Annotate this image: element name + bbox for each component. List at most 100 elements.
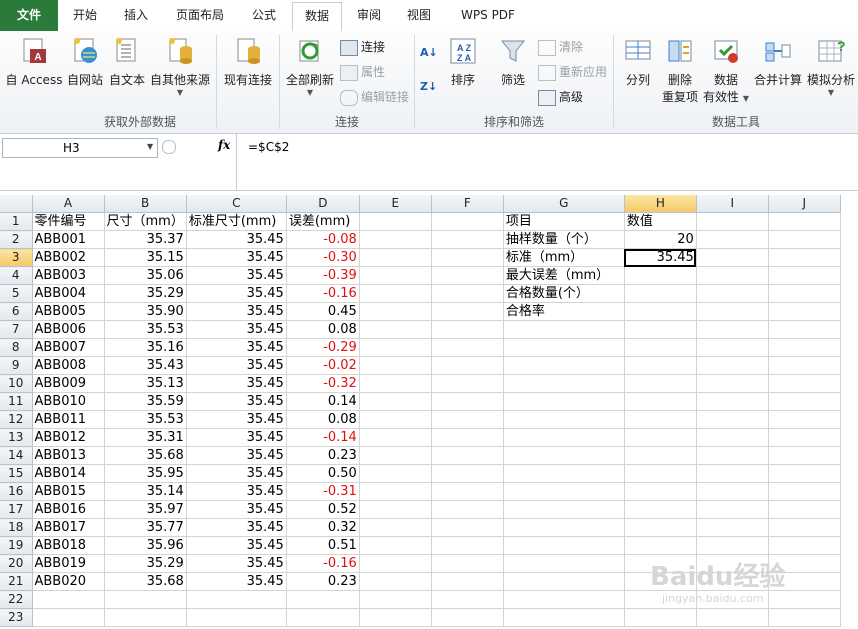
cell-i19[interactable]: [696, 536, 769, 555]
cell-b13[interactable]: 35.31: [104, 428, 187, 447]
cell-c14[interactable]: 35.45: [186, 446, 287, 465]
cell-g7[interactable]: [503, 320, 625, 339]
cell-a23[interactable]: [32, 608, 105, 627]
text-to-columns-button[interactable]: 分列: [618, 33, 658, 88]
cell-f1[interactable]: [431, 212, 504, 231]
column-header-b[interactable]: B: [104, 195, 187, 213]
cell-b8[interactable]: 35.16: [104, 338, 187, 357]
cell-j19[interactable]: [768, 536, 841, 555]
row-header[interactable]: 22: [0, 590, 33, 609]
cell-d12[interactable]: 0.08: [286, 410, 360, 429]
cell-b2[interactable]: 35.37: [104, 230, 187, 249]
cell-c3[interactable]: 35.45: [186, 248, 287, 267]
cell-i8[interactable]: [696, 338, 769, 357]
row-header[interactable]: 3: [0, 248, 33, 267]
cell-j18[interactable]: [768, 518, 841, 537]
cell-h5[interactable]: [624, 284, 697, 303]
cell-a9[interactable]: ABB008: [32, 356, 105, 375]
cell-g6[interactable]: 合格率: [503, 302, 625, 321]
cell-j3[interactable]: [768, 248, 841, 267]
cell-d7[interactable]: 0.08: [286, 320, 360, 339]
cell-i9[interactable]: [696, 356, 769, 375]
column-header-h[interactable]: H: [624, 195, 697, 213]
cell-g15[interactable]: [503, 464, 625, 483]
cell-g10[interactable]: [503, 374, 625, 393]
remove-duplicates-button[interactable]: 删除 重复项: [660, 33, 700, 105]
cell-f6[interactable]: [431, 302, 504, 321]
cell-b10[interactable]: 35.13: [104, 374, 187, 393]
cell-d2[interactable]: -0.08: [286, 230, 360, 249]
cell-f13[interactable]: [431, 428, 504, 447]
cell-j17[interactable]: [768, 500, 841, 519]
cell-a14[interactable]: ABB013: [32, 446, 105, 465]
cell-h15[interactable]: [624, 464, 697, 483]
cell-h1[interactable]: 数值: [624, 212, 697, 231]
cell-e14[interactable]: [359, 446, 432, 465]
cell-j8[interactable]: [768, 338, 841, 357]
cell-c5[interactable]: 35.45: [186, 284, 287, 303]
cell-e8[interactable]: [359, 338, 432, 357]
cell-d19[interactable]: 0.51: [286, 536, 360, 555]
cell-i14[interactable]: [696, 446, 769, 465]
cell-a18[interactable]: ABB017: [32, 518, 105, 537]
cell-c20[interactable]: 35.45: [186, 554, 287, 573]
row-header[interactable]: 20: [0, 554, 33, 573]
column-header-c[interactable]: C: [186, 195, 287, 213]
cell-h2[interactable]: 20: [624, 230, 697, 249]
cell-d18[interactable]: 0.32: [286, 518, 360, 537]
cell-e10[interactable]: [359, 374, 432, 393]
namebox-resize-handle[interactable]: [162, 140, 176, 154]
cell-h8[interactable]: [624, 338, 697, 357]
cell-c15[interactable]: 35.45: [186, 464, 287, 483]
sort-ascending-button[interactable]: A↓: [420, 43, 438, 63]
cell-a16[interactable]: ABB015: [32, 482, 105, 501]
cell-b3[interactable]: 35.15: [104, 248, 187, 267]
cell-b14[interactable]: 35.68: [104, 446, 187, 465]
cell-b22[interactable]: [104, 590, 187, 609]
cell-d5[interactable]: -0.16: [286, 284, 360, 303]
cell-b19[interactable]: 35.96: [104, 536, 187, 555]
row-header[interactable]: 19: [0, 536, 33, 555]
from-web-button[interactable]: 自网站: [64, 33, 106, 88]
cell-e3[interactable]: [359, 248, 432, 267]
cell-d20[interactable]: -0.16: [286, 554, 360, 573]
cell-h12[interactable]: [624, 410, 697, 429]
connections-button[interactable]: 连接: [340, 37, 385, 57]
cell-e12[interactable]: [359, 410, 432, 429]
cell-d16[interactable]: -0.31: [286, 482, 360, 501]
tab-item[interactable]: 数据: [292, 2, 342, 32]
reapply-button[interactable]: 重新应用: [538, 62, 607, 82]
existing-connections-button[interactable]: 现有连接: [220, 33, 276, 88]
cell-j16[interactable]: [768, 482, 841, 501]
row-header[interactable]: 15: [0, 464, 33, 483]
cell-f18[interactable]: [431, 518, 504, 537]
cell-b5[interactable]: 35.29: [104, 284, 187, 303]
cell-e9[interactable]: [359, 356, 432, 375]
cell-g5[interactable]: 合格数量(个）: [503, 284, 625, 303]
cell-j2[interactable]: [768, 230, 841, 249]
cell-e16[interactable]: [359, 482, 432, 501]
cell-a15[interactable]: ABB014: [32, 464, 105, 483]
row-header[interactable]: 17: [0, 500, 33, 519]
cell-f11[interactable]: [431, 392, 504, 411]
properties-button[interactable]: 属性: [340, 62, 385, 82]
cell-i5[interactable]: [696, 284, 769, 303]
cell-h11[interactable]: [624, 392, 697, 411]
chevron-down-icon[interactable]: ▼: [147, 142, 153, 151]
cell-h10[interactable]: [624, 374, 697, 393]
row-header[interactable]: 12: [0, 410, 33, 429]
cell-g20[interactable]: [503, 554, 625, 573]
cell-i11[interactable]: [696, 392, 769, 411]
column-header-j[interactable]: J: [768, 195, 841, 213]
cell-e5[interactable]: [359, 284, 432, 303]
row-header[interactable]: 5: [0, 284, 33, 303]
cell-c23[interactable]: [186, 608, 287, 627]
cell-a17[interactable]: ABB016: [32, 500, 105, 519]
cell-d22[interactable]: [286, 590, 360, 609]
cell-d10[interactable]: -0.32: [286, 374, 360, 393]
cell-i4[interactable]: [696, 266, 769, 285]
cell-b6[interactable]: 35.90: [104, 302, 187, 321]
tab-item[interactable]: WPS PDF: [446, 2, 530, 29]
cell-h14[interactable]: [624, 446, 697, 465]
cell-g16[interactable]: [503, 482, 625, 501]
